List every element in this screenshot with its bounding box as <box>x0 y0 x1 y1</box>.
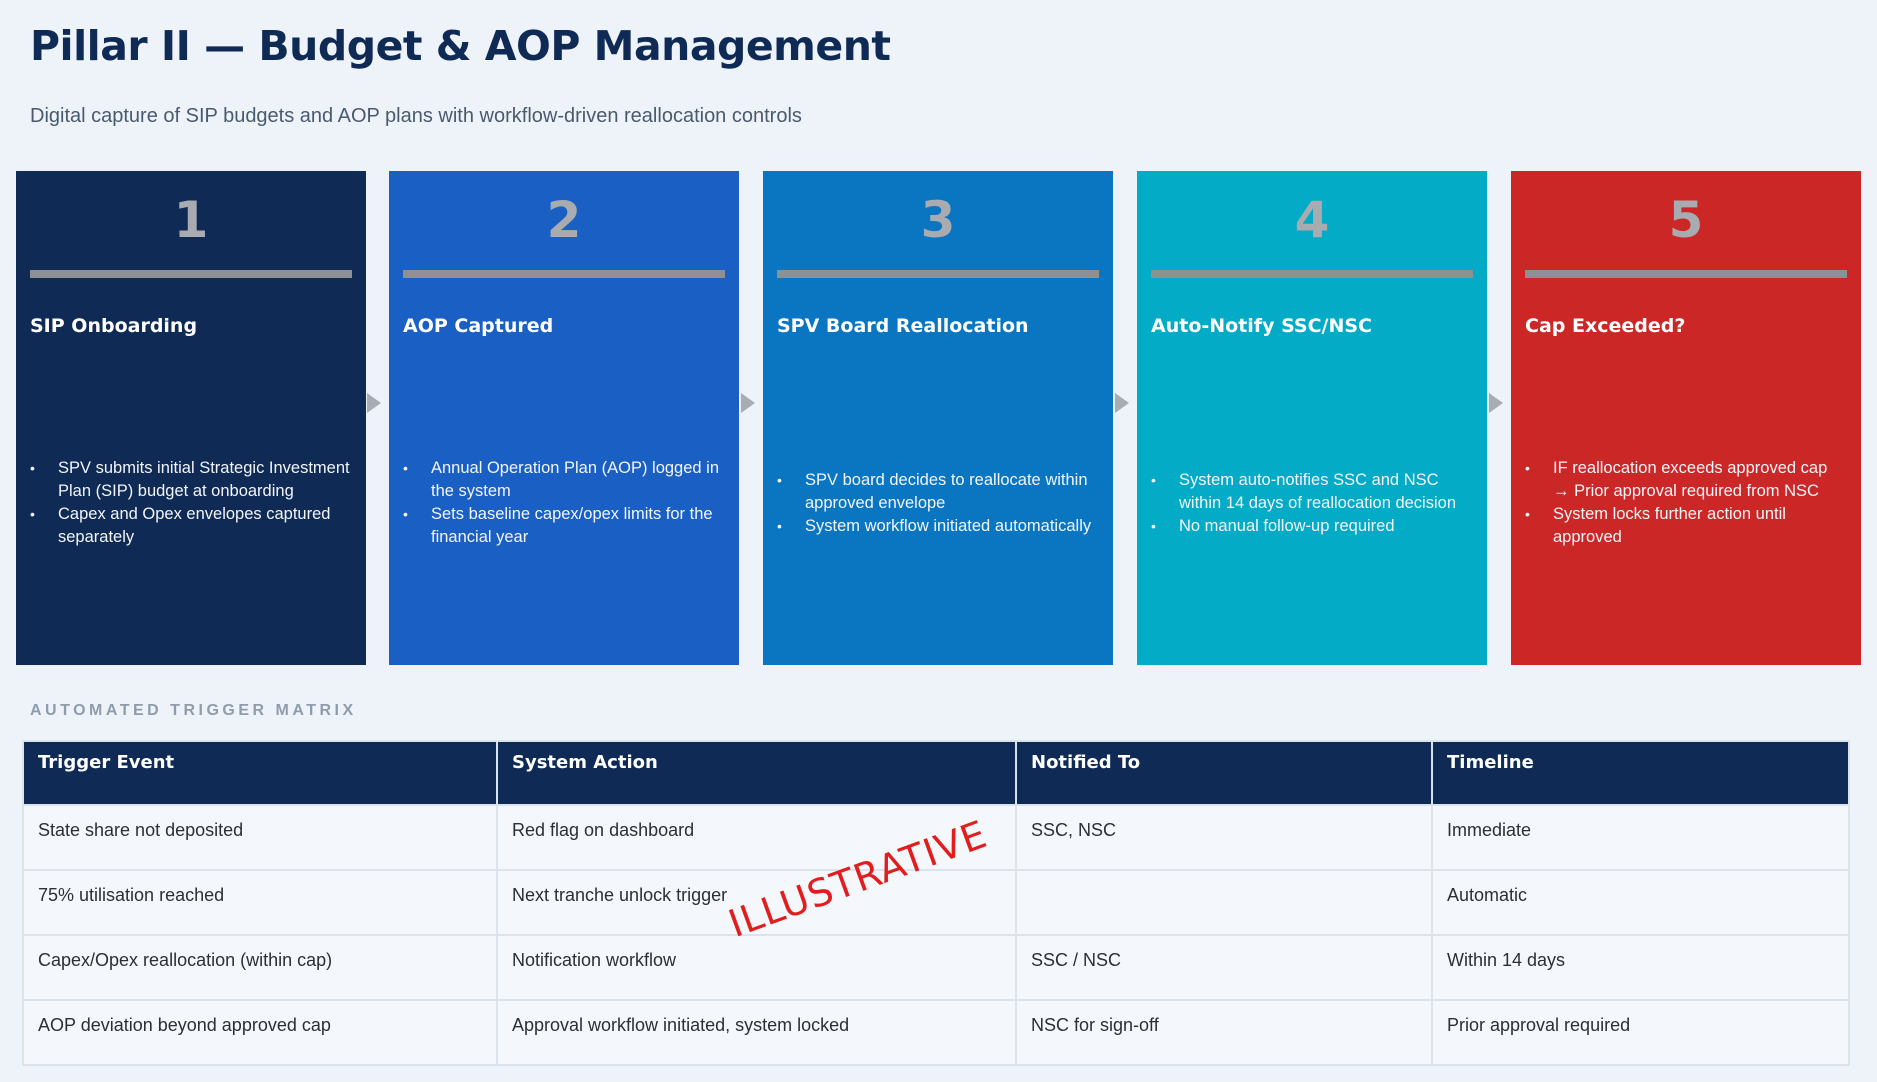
table-cell: AOP deviation beyond approved cap <box>22 999 498 1066</box>
step-bullet: SPV board decides to reallocate within a… <box>777 469 1099 515</box>
column-header: Trigger Event <box>22 740 498 806</box>
table-cell: State share not deposited <box>22 804 498 871</box>
step-bullet: IF reallocation exceeds approved cap → P… <box>1525 457 1847 503</box>
table-cell: Automatic <box>1431 869 1850 936</box>
column-header: Notified To <box>1015 740 1433 806</box>
arrow-right-icon <box>1489 393 1503 413</box>
step-bullets: Annual Operation Plan (AOP) logged in th… <box>403 171 725 665</box>
step-card-1: 1 SIP Onboarding SPV submits initial Str… <box>16 171 366 665</box>
arrow-right-icon <box>1115 393 1129 413</box>
page-title: Pillar II — Budget & AOP Management <box>30 22 891 70</box>
table-cell: 75% utilisation reached <box>22 869 498 936</box>
step-bullet: Sets baseline capex/opex limits for the … <box>403 503 725 549</box>
step-bullets: IF reallocation exceeds approved cap → P… <box>1525 171 1847 665</box>
column-header: System Action <box>496 740 1017 806</box>
table-cell: Within 14 days <box>1431 934 1850 1001</box>
step-bullet: System locks further action until approv… <box>1525 503 1847 549</box>
table-cell: NSC for sign-off <box>1015 999 1433 1066</box>
arrow-right-icon <box>367 393 381 413</box>
table-row: 75% utilisation reached Next tranche unl… <box>22 869 1850 936</box>
step-card-2: 2 AOP Captured Annual Operation Plan (AO… <box>389 171 739 665</box>
table-cell: SSC, NSC <box>1015 804 1433 871</box>
table-cell <box>1015 869 1433 936</box>
step-card-4: 4 Auto-Notify SSC/NSC System auto-notifi… <box>1137 171 1487 665</box>
process-steps: 1 SIP Onboarding SPV submits initial Str… <box>16 171 1861 665</box>
step-bullet: Annual Operation Plan (AOP) logged in th… <box>403 457 725 503</box>
step-bullets: SPV board decides to reallocate within a… <box>777 171 1099 665</box>
table-cell: Approval workflow initiated, system lock… <box>496 999 1017 1066</box>
slide: Pillar II — Budget & AOP Management Digi… <box>0 0 1877 1082</box>
step-bullet: System workflow initiated automatically <box>777 515 1099 538</box>
table-cell: SSC / NSC <box>1015 934 1433 1001</box>
table-cell: Notification workflow <box>496 934 1017 1001</box>
table-cell: Prior approval required <box>1431 999 1850 1066</box>
matrix-label: AUTOMATED TRIGGER MATRIX <box>30 702 357 719</box>
page-subtitle: Digital capture of SIP budgets and AOP p… <box>30 105 802 127</box>
table-row: AOP deviation beyond approved cap Approv… <box>22 999 1850 1066</box>
step-bullets: System auto-notifies SSC and NSC within … <box>1151 171 1473 665</box>
step-bullet: System auto-notifies SSC and NSC within … <box>1151 469 1473 515</box>
table-cell: Capex/Opex reallocation (within cap) <box>22 934 498 1001</box>
step-bullet: Capex and Opex envelopes captured separa… <box>30 503 352 549</box>
table-cell: Immediate <box>1431 804 1850 871</box>
column-header: Timeline <box>1431 740 1850 806</box>
arrow-right-icon <box>741 393 755 413</box>
table-row: Capex/Opex reallocation (within cap) Not… <box>22 934 1850 1001</box>
step-card-5: 5 Cap Exceeded? IF reallocation exceeds … <box>1511 171 1861 665</box>
step-bullets: SPV submits initial Strategic Investment… <box>30 171 352 665</box>
step-bullet: SPV submits initial Strategic Investment… <box>30 457 352 503</box>
table-header-row: Trigger Event System Action Notified To … <box>22 740 1850 806</box>
step-card-3: 3 SPV Board Reallocation SPV board decid… <box>763 171 1113 665</box>
step-bullet: No manual follow-up required <box>1151 515 1473 538</box>
trigger-matrix-table: Trigger Event System Action Notified To … <box>22 740 1850 1066</box>
